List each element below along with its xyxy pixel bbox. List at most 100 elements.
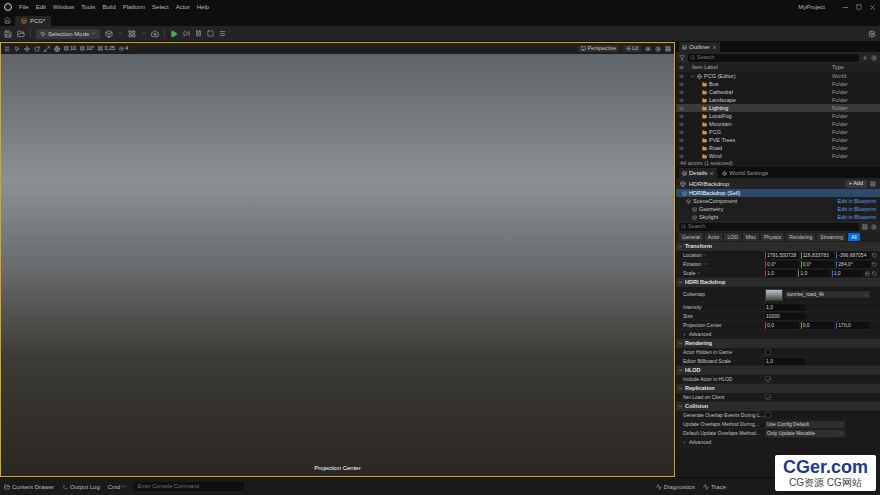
edit-in-blueprint-link[interactable]: Edit in Blueprint (837, 206, 876, 213)
blueprint-icon[interactable] (870, 181, 876, 187)
menu-item[interactable]: Select (152, 3, 169, 11)
snap-button[interactable]: 0,25 (98, 45, 115, 52)
filter-tab[interactable]: Streaming (817, 233, 846, 241)
settings-icon[interactable] (868, 30, 876, 38)
outliner-row[interactable]: LocalFogFolder (676, 112, 880, 120)
chevron-down-icon[interactable] (697, 271, 701, 275)
viewport-menu-icon[interactable] (4, 46, 10, 52)
camera-speed-button[interactable]: 4 (119, 45, 128, 52)
unreal-logo-icon[interactable] (4, 3, 12, 11)
advanced-expander[interactable]: Advanced (676, 438, 880, 447)
section-header[interactable]: Replication (676, 384, 880, 393)
status-button[interactable]: Trace (703, 483, 726, 491)
edit-in-blueprint-link[interactable]: Edit in Blueprint (837, 214, 876, 221)
add-component-button[interactable]: + Add (845, 180, 867, 188)
value-field[interactable]: 1,0 (765, 358, 805, 365)
visibility-icon[interactable] (679, 138, 684, 143)
filter-tab[interactable]: General (679, 233, 703, 241)
view-mode-button[interactable]: Perspective (578, 45, 619, 52)
value-field[interactable]: 10000 (765, 313, 805, 320)
component-row[interactable]: SceneComponentEdit in Blueprint (676, 197, 880, 205)
select-field[interactable]: Only Update Movable (765, 430, 845, 437)
status-button[interactable]: Output Log (62, 483, 100, 491)
layout-icon[interactable] (665, 46, 671, 52)
outliner-row[interactable]: BusFolder (676, 80, 880, 88)
scale-icon[interactable] (44, 46, 50, 52)
chevron-down-icon[interactable] (703, 262, 707, 266)
outliner-tab[interactable]: Outliner (679, 42, 720, 52)
show-icon[interactable] (645, 46, 651, 52)
save-icon[interactable] (4, 30, 12, 38)
section-header[interactable]: Collision (676, 402, 880, 411)
cmd-dropdown[interactable]: Cmd (108, 483, 127, 491)
value-field[interactable]: 0,0 (765, 322, 799, 329)
component-row[interactable]: SkylightEdit in Blueprint (676, 213, 880, 221)
outliner-row[interactable]: PCG (Editor)World (676, 72, 880, 80)
level-tab[interactable]: PCG* (15, 16, 51, 26)
section-header[interactable]: Rendering (676, 339, 880, 348)
filter-tab[interactable]: All (848, 233, 860, 241)
home-icon[interactable] (4, 17, 11, 24)
add-icon[interactable] (862, 55, 868, 61)
section-header[interactable]: HLOD (676, 366, 880, 375)
outliner-row[interactable]: LandscapeFolder (676, 96, 880, 104)
reset-icon[interactable] (872, 271, 877, 276)
step-icon[interactable] (183, 30, 190, 37)
outliner-row[interactable]: LightingFolder (676, 104, 880, 112)
visibility-icon[interactable] (679, 130, 684, 135)
play-icon[interactable] (170, 30, 178, 38)
status-button[interactable]: Content Drawer (4, 483, 54, 491)
details-search[interactable]: Search (679, 223, 859, 231)
blueprint-icon[interactable] (128, 30, 136, 38)
visibility-icon[interactable] (679, 114, 684, 119)
value-field[interactable]: 1,0 (765, 304, 805, 311)
close-tab-icon[interactable] (709, 171, 714, 176)
column-header[interactable]: Type (832, 64, 877, 71)
rotate-icon[interactable] (34, 46, 40, 52)
value-field[interactable]: 170,0 (836, 322, 870, 329)
menu-item[interactable]: Actor (176, 3, 190, 11)
add-actor-icon[interactable] (105, 30, 113, 38)
outliner-row[interactable]: PVE TreesFolder (676, 136, 880, 144)
value-field[interactable]: 0,0 (801, 322, 835, 329)
checkbox[interactable] (765, 394, 771, 400)
value-field[interactable]: 284,0° (836, 261, 870, 268)
visibility-icon[interactable] (679, 90, 684, 95)
filter-tab[interactable]: LOD (724, 233, 740, 241)
minimize-icon[interactable] (842, 4, 849, 11)
play-options-icon[interactable] (219, 30, 226, 37)
checkbox[interactable] (765, 376, 771, 382)
component-row[interactable]: HDRIBackdrop (Self) (676, 189, 880, 197)
console-input[interactable]: Enter Console Command (134, 482, 244, 491)
menu-item[interactable]: Tools (81, 3, 95, 11)
advanced-expander[interactable]: Advanced (676, 330, 880, 339)
visibility-icon[interactable] (679, 82, 684, 87)
viewport-settings-icon[interactable] (655, 46, 661, 52)
filter-tab[interactable]: Actor (705, 233, 723, 241)
menu-item[interactable]: File (19, 3, 29, 11)
move-icon[interactable] (24, 46, 30, 52)
world-space-icon[interactable] (54, 46, 60, 52)
edit-in-blueprint-link[interactable]: Edit in Blueprint (837, 198, 876, 205)
visibility-icon[interactable] (679, 106, 684, 111)
menu-item[interactable]: Help (197, 3, 209, 11)
section-header[interactable]: Transform (676, 242, 880, 251)
outliner-row[interactable]: RoadFolder (676, 144, 880, 152)
visibility-icon[interactable] (679, 146, 684, 151)
visibility-icon[interactable] (679, 98, 684, 103)
visibility-icon[interactable] (679, 122, 684, 127)
status-button[interactable]: Diagnostics (656, 483, 695, 491)
content-icon[interactable] (17, 30, 25, 38)
outliner-row[interactable]: PCGFolder (676, 128, 880, 136)
value-field[interactable]: 116,833783 (801, 252, 835, 259)
property-matrix-icon[interactable] (862, 224, 868, 230)
menu-item[interactable]: Build (102, 3, 115, 11)
stop-icon[interactable] (207, 30, 214, 37)
actor-name[interactable]: HDRIBackdrop (689, 180, 729, 188)
visibility-icon[interactable] (679, 154, 684, 159)
reset-icon[interactable] (872, 262, 877, 267)
menu-item[interactable]: Window (53, 3, 74, 11)
visibility-icon[interactable] (679, 74, 684, 79)
pause-icon[interactable] (195, 30, 202, 37)
value-field[interactable]: 1791,500728 (765, 252, 799, 259)
